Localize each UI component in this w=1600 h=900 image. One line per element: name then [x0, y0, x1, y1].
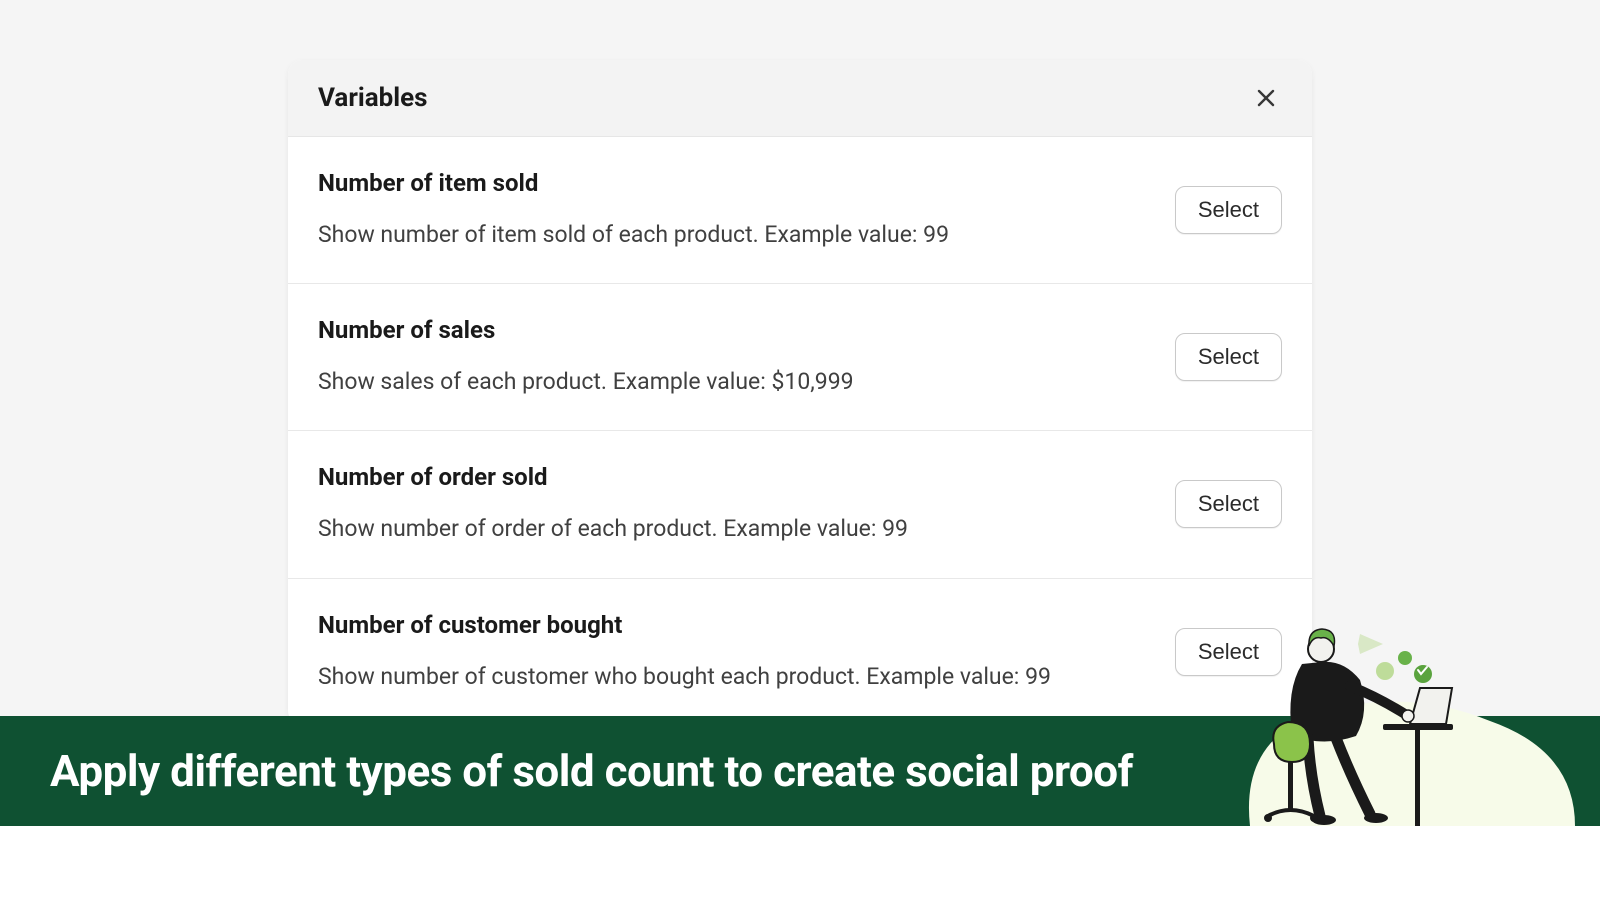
select-button[interactable]: Select: [1175, 628, 1282, 676]
variable-text: Number of order sold Show number of orde…: [318, 463, 1175, 545]
variable-text: Number of item sold Show number of item …: [318, 169, 1175, 251]
promo-banner: Apply different types of sold count to c…: [0, 716, 1600, 826]
variable-description: Show number of item sold of each product…: [318, 219, 1151, 251]
variable-title: Number of item sold: [318, 169, 1151, 197]
modal-header: Variables: [288, 60, 1312, 137]
variable-item-sold: Number of item sold Show number of item …: [288, 137, 1312, 284]
variables-modal: Variables Number of item sold Show numbe…: [288, 60, 1312, 725]
variable-title: Number of sales: [318, 316, 1151, 344]
variable-text: Number of sales Show sales of each produ…: [318, 316, 1175, 398]
variable-title: Number of customer bought: [318, 611, 1151, 639]
modal-title: Variables: [318, 83, 428, 113]
variable-description: Show number of customer who bought each …: [318, 661, 1151, 693]
variable-title: Number of order sold: [318, 463, 1151, 491]
select-button[interactable]: Select: [1175, 480, 1282, 528]
variable-description: Show sales of each product. Example valu…: [318, 366, 1151, 398]
banner-text: Apply different types of sold count to c…: [50, 745, 1133, 797]
bottom-strip: [0, 826, 1600, 900]
variable-sales: Number of sales Show sales of each produ…: [288, 284, 1312, 431]
select-button[interactable]: Select: [1175, 186, 1282, 234]
variable-description: Show number of order of each product. Ex…: [318, 513, 1151, 545]
variable-order-sold: Number of order sold Show number of orde…: [288, 431, 1312, 578]
close-icon: [1254, 86, 1278, 110]
select-button[interactable]: Select: [1175, 333, 1282, 381]
close-button[interactable]: [1250, 82, 1282, 114]
variable-text: Number of customer bought Show number of…: [318, 611, 1175, 693]
variable-customer-bought: Number of customer bought Show number of…: [288, 579, 1312, 725]
